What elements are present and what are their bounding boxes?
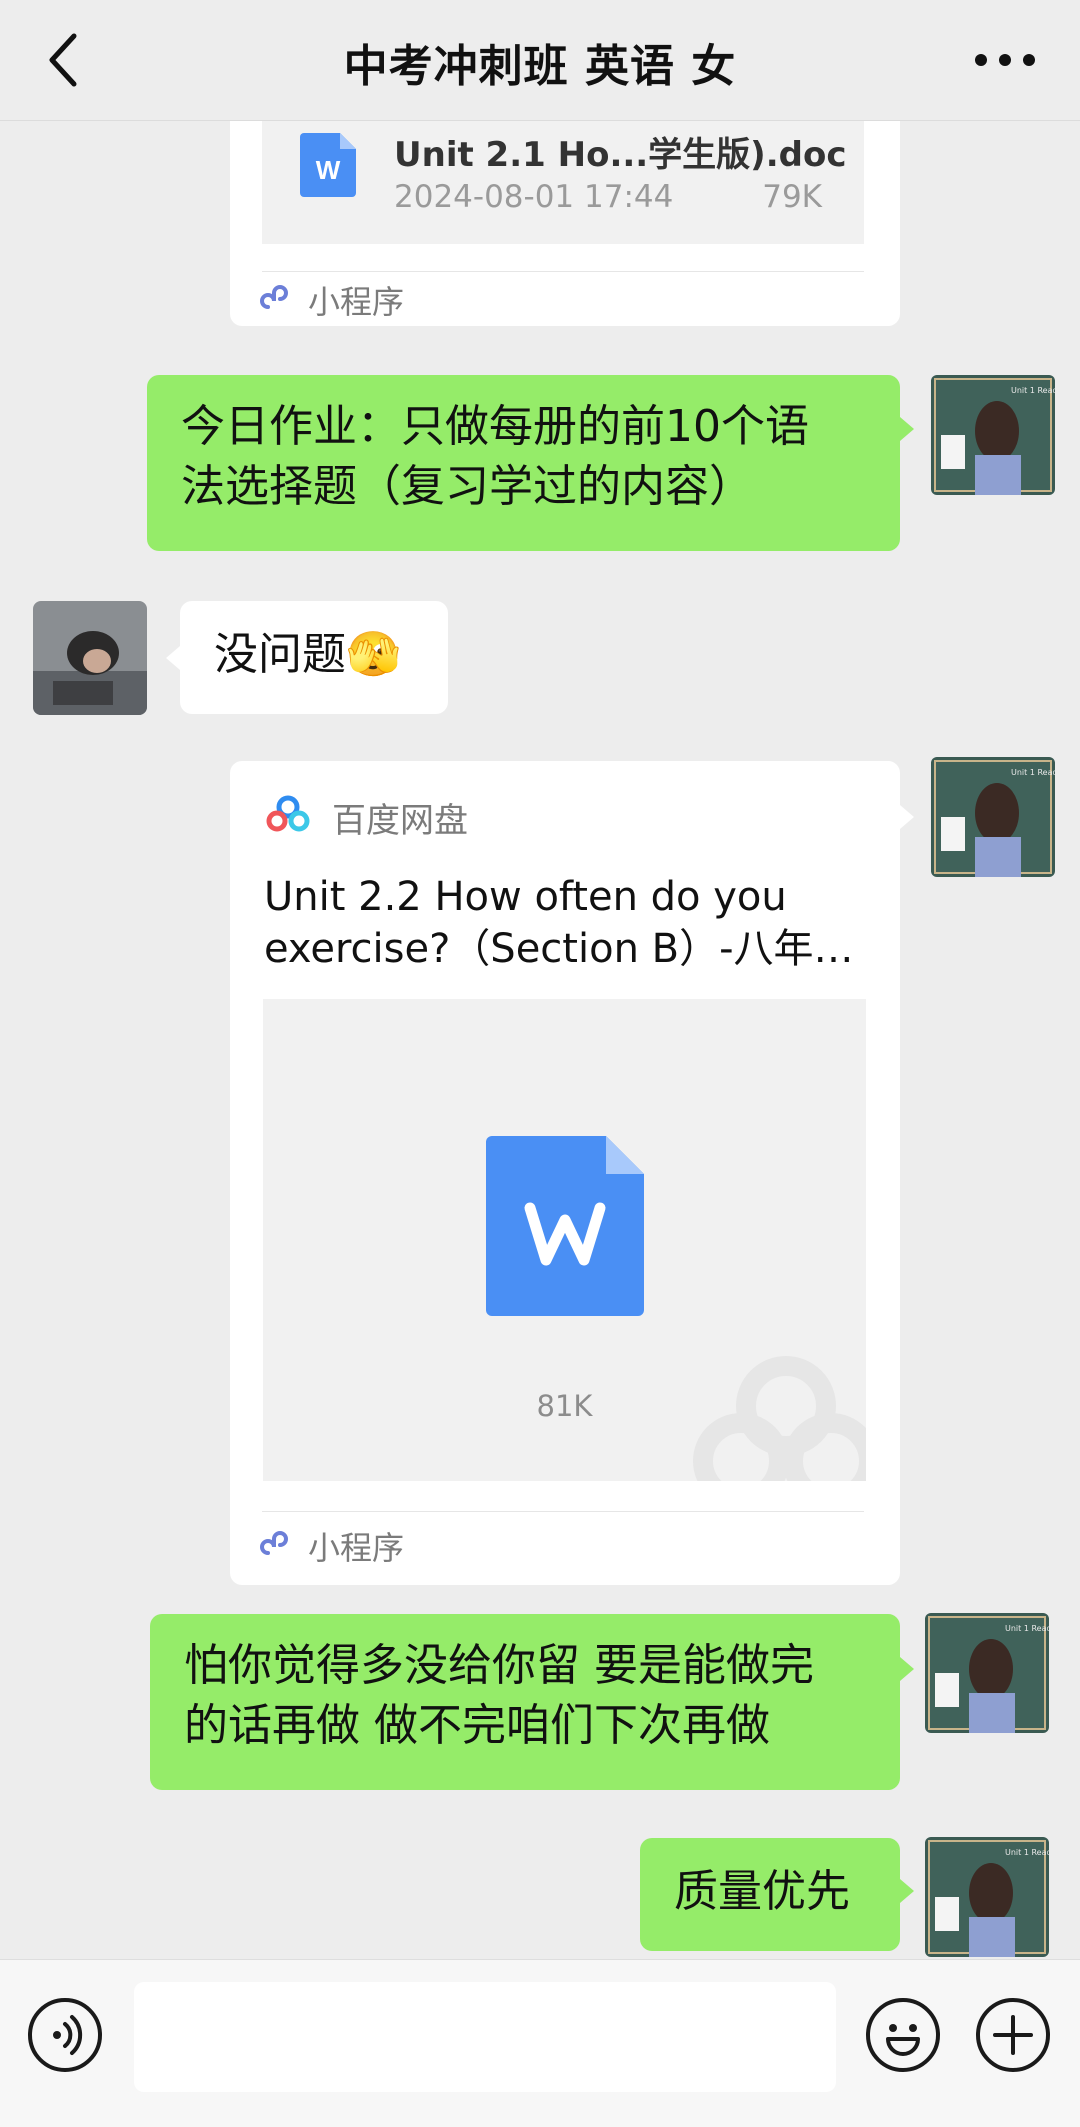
more-icon[interactable] xyxy=(970,40,1040,80)
student-avatar-image xyxy=(33,601,147,715)
chat-screen: 中考冲刺班 英语 女 W Unit 2.1 Ho...学生版).doc 2024… xyxy=(0,0,1080,2127)
avatar[interactable] xyxy=(33,601,147,715)
teacher-avatar-image: Unit 1 Reading xyxy=(931,375,1055,495)
plus-icon xyxy=(993,2015,1033,2055)
avatar[interactable]: Unit 1 Reading xyxy=(931,375,1055,495)
chat-title: 中考冲刺班 英语 女 xyxy=(343,41,737,92)
message-bubble-explanation[interactable]: 怕你觉得多没给你留 要是能做完 的话再做 做不完咱们下次再做 xyxy=(150,1614,900,1790)
bubble-tail xyxy=(900,805,914,829)
card-source-label: 百度网盘 xyxy=(332,801,468,841)
word-doc-icon xyxy=(486,1136,644,1316)
svg-text:Unit 1 Reading: Unit 1 Reading xyxy=(1011,768,1055,777)
message-line: 的话再做 做不完咱们下次再做 xyxy=(184,1700,770,1751)
bubble-tail xyxy=(900,417,914,441)
file-preview: 81K xyxy=(263,999,866,1481)
svg-text:Unit 1 Reading: Unit 1 Reading xyxy=(1011,386,1055,395)
file-card-unit-2-1[interactable]: W Unit 2.1 Ho...学生版).doc 2024-08-01 17:4… xyxy=(230,121,900,326)
file-preview: W Unit 2.1 Ho...学生版).doc 2024-08-01 17:4… xyxy=(262,121,864,244)
voice-icon xyxy=(53,2015,83,2055)
chat-header: 中考冲刺班 英语 女 xyxy=(0,0,1080,121)
divider xyxy=(262,1511,864,1512)
divider xyxy=(262,271,864,272)
bubble-tail xyxy=(900,1657,914,1681)
mini-program-icon xyxy=(260,285,288,309)
message-bubble-quality-first[interactable]: 质量优先 xyxy=(640,1838,900,1951)
card-title: Unit 2.2 How often do you exercise?（Sect… xyxy=(264,871,864,975)
mini-program-icon xyxy=(260,1531,288,1555)
svg-text:Unit 1 Reading: Unit 1 Reading xyxy=(1005,1624,1049,1633)
svg-text:Unit 1 Reading: Unit 1 Reading xyxy=(1005,1848,1049,1857)
teacher-avatar-image: Unit 1 Reading xyxy=(925,1837,1049,1957)
input-bar xyxy=(0,1959,1080,2127)
message-line: 法选择题（复习学过的内容） xyxy=(181,461,753,512)
teacher-avatar-image: Unit 1 Reading xyxy=(931,757,1055,877)
avatar[interactable]: Unit 1 Reading xyxy=(925,1613,1049,1733)
file-date: 2024-08-01 17:44 xyxy=(394,179,674,215)
svg-text:W: W xyxy=(316,155,341,185)
avatar[interactable]: Unit 1 Reading xyxy=(931,757,1055,877)
card-title-line: exercise?（Section B）-八年… xyxy=(264,926,854,972)
file-size: 79K xyxy=(762,179,822,215)
voice-button[interactable] xyxy=(28,1998,102,2072)
mini-program-label: 小程序 xyxy=(308,1529,405,1567)
plus-button[interactable] xyxy=(976,1998,1050,2072)
message-bubble-reply[interactable]: 没问题🫣 xyxy=(180,601,448,714)
emoji-button[interactable] xyxy=(866,1998,940,2072)
message-line: 怕你觉得多没给你留 要是能做完 xyxy=(184,1640,814,1691)
message-bubble-homework[interactable]: 今日作业：只做每册的前10个语 法选择题（复习学过的内容） xyxy=(147,375,900,551)
file-size: 81K xyxy=(536,1389,593,1423)
file-card-unit-2-2[interactable]: 百度网盘 Unit 2.2 How often do you exercise?… xyxy=(230,761,900,1585)
mini-program-label: 小程序 xyxy=(308,283,405,321)
message-list[interactable]: W Unit 2.1 Ho...学生版).doc 2024-08-01 17:4… xyxy=(0,121,1080,1959)
word-doc-icon: W xyxy=(300,133,356,197)
message-input[interactable] xyxy=(134,1982,836,2092)
message-line: 今日作业：只做每册的前10个语 xyxy=(181,401,809,452)
bubble-tail xyxy=(900,1879,914,1903)
card-title-line: Unit 2.2 How often do you xyxy=(264,874,787,920)
teacher-avatar-image: Unit 1 Reading xyxy=(925,1613,1049,1733)
avatar[interactable]: Unit 1 Reading xyxy=(925,1837,1049,1957)
file-name: Unit 2.1 Ho...学生版).doc xyxy=(394,135,847,175)
bubble-tail xyxy=(166,646,180,670)
emoji-icon xyxy=(886,2024,920,2056)
baidu-pan-icon xyxy=(266,795,310,832)
